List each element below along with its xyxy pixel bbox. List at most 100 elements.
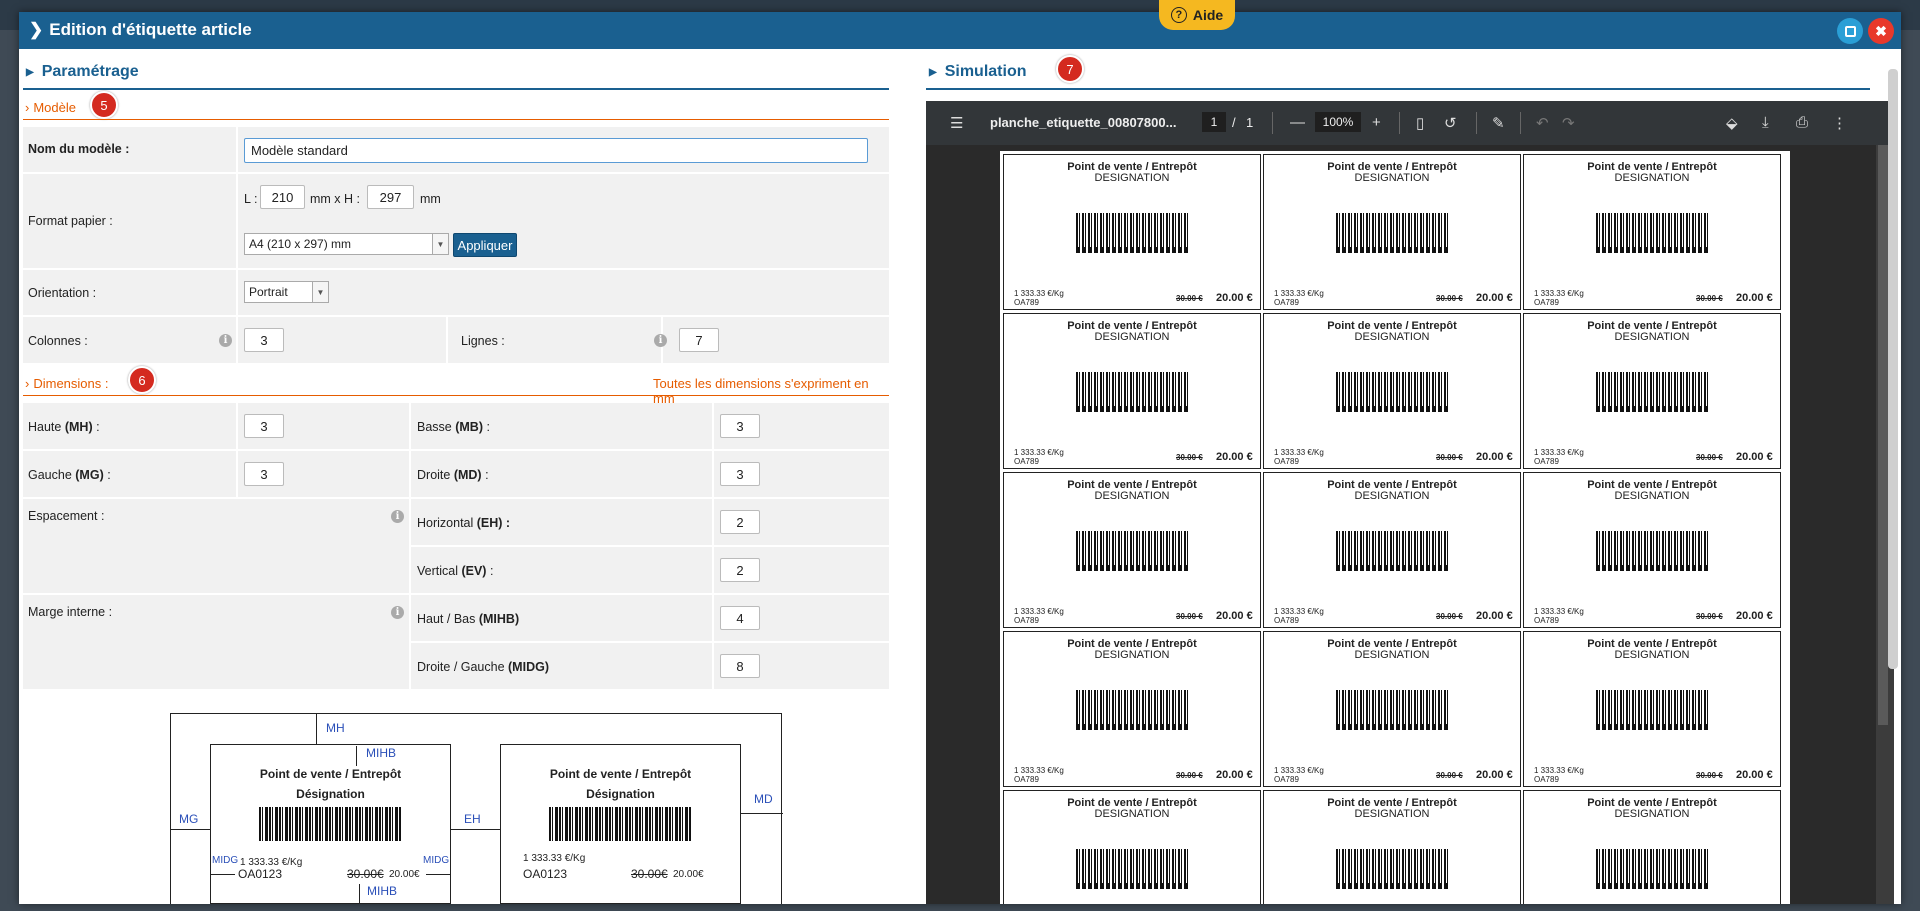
print-icon[interactable]: ⎙ [1796, 114, 1808, 131]
inner-leftright-input[interactable]: 8 [720, 654, 760, 678]
model-name-input[interactable]: Modèle standard [244, 138, 868, 163]
bottom-margin-code: (MB) [455, 420, 483, 434]
page-number-input[interactable]: 1 [1202, 112, 1226, 132]
right-margin-code: (MD) [453, 468, 482, 482]
pdf-price-per-kg: 1 333.33 €/Kg [1014, 766, 1064, 775]
zoom-input[interactable]: 100% [1315, 112, 1361, 132]
pdf-label: Point de vente / EntrepôtDESIGNATION1 33… [1263, 313, 1521, 469]
help-button[interactable]: ? Aide [1159, 0, 1235, 30]
info-icon[interactable]: i [219, 334, 232, 347]
toolbar-divider [1476, 112, 1477, 134]
pdf-label-designation: DESIGNATION [1354, 172, 1430, 184]
help-label: Aide [1192, 7, 1224, 23]
left-margin-code: (MG) [75, 468, 104, 482]
rows-input[interactable]: 7 [679, 328, 719, 352]
mihb-bottom-label: MIHB [367, 884, 397, 898]
info-icon[interactable]: i [654, 334, 667, 347]
inner-topbottom-label-text: Haut / Bas [417, 612, 479, 626]
pdf-ref: OA789 [1534, 775, 1559, 784]
barcode-digits [1336, 565, 1448, 571]
pdf-label: Point de vente / EntrepôtDESIGNATION1 33… [1523, 154, 1781, 310]
pdf-new-price: 20.00 € [1216, 292, 1253, 304]
pdf-new-price: 20.00 € [1476, 292, 1513, 304]
pdf-new-price: 20.00 € [1216, 769, 1253, 781]
pdf-ref: OA789 [1534, 616, 1559, 625]
diagram-new-price: 20.00€ [389, 869, 420, 880]
spacing-label: Espacement : [28, 509, 105, 523]
pdf-scrollbar[interactable] [1878, 145, 1888, 725]
pdf-new-price: 20.00 € [1736, 610, 1773, 622]
info-icon[interactable]: i [391, 606, 404, 619]
barcode-digits [1336, 247, 1448, 253]
top-margin-input[interactable]: 3 [244, 414, 284, 438]
pdf-ref: OA789 [1014, 775, 1039, 784]
inner-topbottom-code: (MIHB) [478, 612, 520, 626]
pdf-old-price: 30.00 € [1176, 771, 1203, 780]
horizontal-spacing-label: Horizontal (EH) : [417, 516, 511, 530]
vertical-spacing-input[interactable]: 2 [720, 558, 760, 582]
inner-topbottom-label: Haut / Bas (MIHB) [417, 612, 519, 626]
close-button[interactable]: ✖ [1868, 18, 1894, 44]
width-label: L : [244, 192, 258, 206]
zoom-out-icon[interactable]: — [1290, 114, 1305, 131]
undo-icon[interactable]: ↶ [1536, 114, 1549, 132]
barcode-icon [1336, 213, 1448, 247]
menu-icon[interactable]: ☰ [950, 114, 963, 132]
diagram-label-designation: Désignation [296, 787, 365, 801]
right-margin-input[interactable]: 3 [720, 462, 760, 486]
modal-title-text: Edition d'étiquette article [49, 20, 252, 39]
orientation-value: Portrait [249, 285, 288, 299]
page-separator: / [1232, 115, 1236, 130]
columns-input[interactable]: 3 [244, 328, 284, 352]
pdf-ref: OA789 [1274, 616, 1299, 625]
info-icon[interactable]: i [391, 510, 404, 523]
pdf-price-per-kg: 1 333.33 €/Kg [1534, 766, 1584, 775]
horizontal-spacing-input[interactable]: 2 [720, 510, 760, 534]
rotate-icon[interactable]: ↺ [1444, 114, 1457, 132]
apply-button[interactable]: Appliquer [453, 233, 517, 257]
more-options-icon[interactable]: ⋮ [1832, 114, 1847, 132]
zoom-in-icon[interactable]: + [1372, 114, 1381, 131]
right-margin-label: Droite (MD) : [417, 468, 489, 482]
dimensions-title-text: Dimensions : [33, 376, 109, 391]
horizontal-spacing-label-text: Horizontal [417, 516, 477, 530]
chevron-down-icon: ▼ [432, 234, 448, 254]
orientation-select[interactable]: Portrait ▼ [244, 281, 329, 303]
barcode-digits [1076, 883, 1188, 889]
bottom-margin-input[interactable]: 3 [720, 414, 760, 438]
simulation-section-title: ▶ Simulation [929, 63, 1026, 81]
settings-title-text: Paramétrage [41, 63, 139, 80]
orientation-input-cell [238, 270, 889, 315]
modele-subtitle: › Modèle [25, 100, 76, 115]
pdf-old-price: 30.00 € [1176, 294, 1203, 303]
left-margin-input[interactable]: 3 [244, 462, 284, 486]
panel-scrollbar[interactable] [1888, 69, 1898, 669]
save-annotations-icon[interactable]: ⬙ [1726, 114, 1738, 132]
draw-icon[interactable]: ✎ [1492, 114, 1505, 132]
caret-right-icon: ▶ [929, 66, 937, 78]
mh-label: MH [326, 721, 345, 735]
redo-icon[interactable]: ↷ [1562, 114, 1575, 132]
height-input[interactable]: 297 [367, 185, 414, 209]
pdf-price-per-kg: 1 333.33 €/Kg [1274, 607, 1324, 616]
pdf-price-per-kg: 1 333.33 €/Kg [1274, 766, 1324, 775]
toolbar-divider [1520, 112, 1521, 134]
midg-right-arrow [426, 874, 450, 875]
inner-leftright-code: (MIDG) [508, 660, 549, 674]
diagram-label-2: Point de vente / Entrepôt Désignation 1 … [500, 744, 741, 904]
download-icon[interactable]: ⤓ [1762, 114, 1769, 131]
paper-format-select[interactable]: A4 (210 x 297) mm ▼ [244, 233, 449, 255]
pdf-label: Point de vente / EntrepôtDESIGNATION1 33… [1523, 472, 1781, 628]
barcode-icon [1596, 372, 1708, 406]
top-margin-code: (MH) [64, 420, 93, 434]
barcode-icon [1076, 213, 1188, 247]
pdf-label: Point de vente / EntrepôtDESIGNATION1 33… [1003, 631, 1261, 787]
width-input[interactable]: 210 [260, 185, 305, 209]
pdf-old-price: 30.00 € [1176, 612, 1203, 621]
caret-right-icon: ▶ [26, 66, 34, 78]
maximize-button[interactable] [1837, 18, 1863, 44]
pdf-label-designation: DESIGNATION [1614, 331, 1690, 343]
inner-topbottom-input[interactable]: 4 [720, 606, 760, 630]
fit-page-icon[interactable]: ▯ [1416, 114, 1424, 132]
diagram-label-title: Point de vente / Entrepôt [549, 767, 692, 781]
